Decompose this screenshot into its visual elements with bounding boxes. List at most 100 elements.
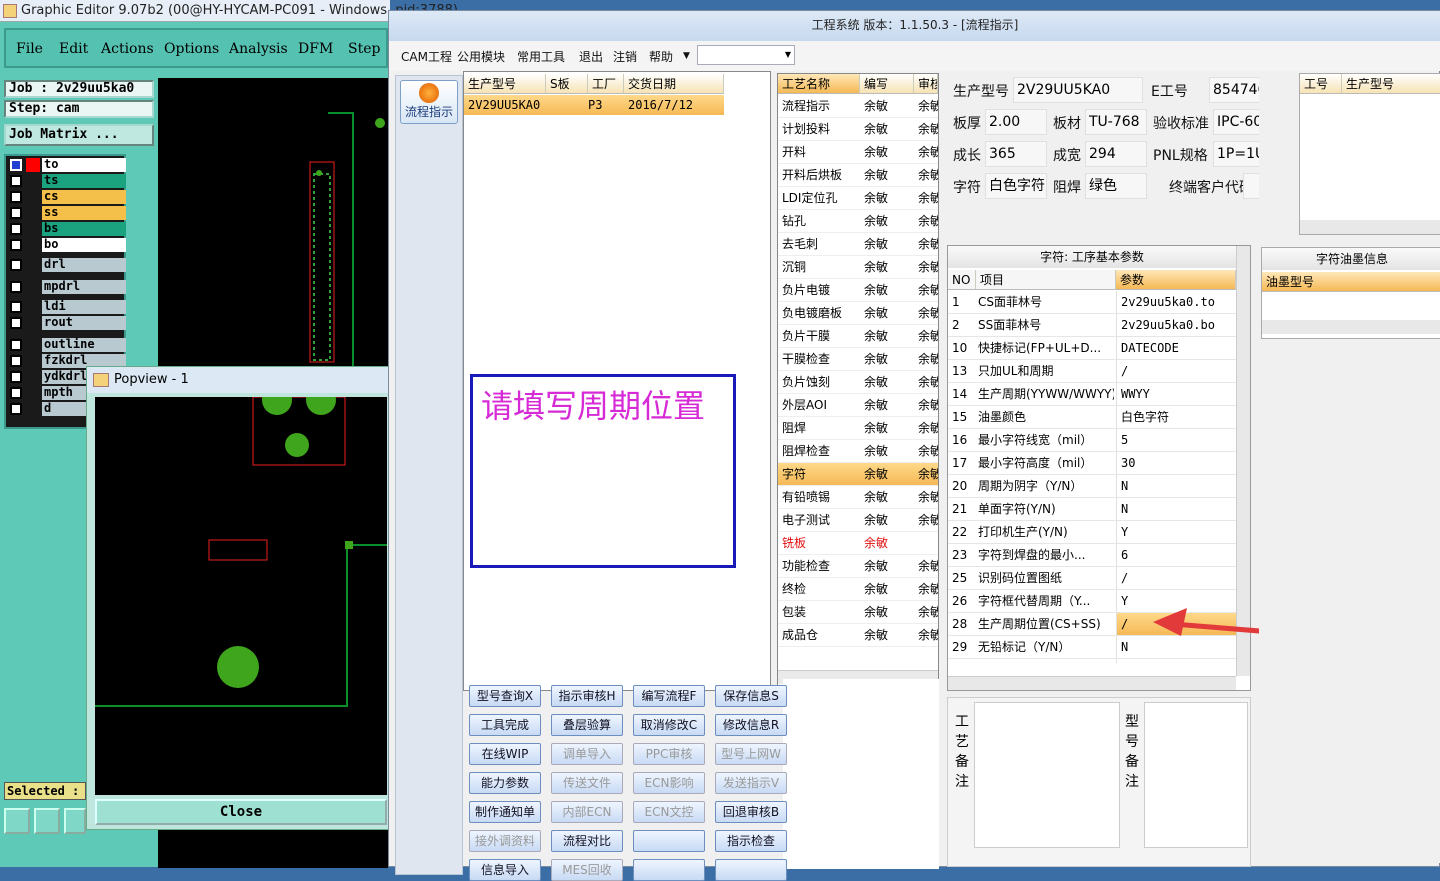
menu-dfm[interactable]: DFM [298, 41, 333, 57]
layer-checkbox[interactable] [10, 239, 22, 251]
close-button[interactable]: Close [95, 799, 387, 825]
menu-cam[interactable]: CAM工程 [401, 48, 452, 65]
param-value[interactable]: N [1116, 498, 1236, 520]
process-row[interactable]: 铣板 余敏 [778, 532, 938, 555]
param-row[interactable]: 25 识别码位置图纸 / [948, 567, 1236, 590]
process-row[interactable]: 负电镀磨板 余敏 余敏 [778, 302, 938, 325]
param-value[interactable]: / [1116, 567, 1236, 589]
action-button[interactable]: 取消修改C [633, 714, 705, 736]
layer-checkbox[interactable] [10, 371, 22, 383]
action-button[interactable]: 指示审核H [551, 685, 623, 707]
param-row[interactable]: 1 CS面菲林号 2v29uu5ka0.to [948, 291, 1236, 314]
action-button[interactable]: 传送文件 [551, 772, 623, 794]
material-field[interactable]: TU-768 [1085, 109, 1147, 135]
action-button[interactable]: 流程对比 [551, 830, 623, 852]
action-button[interactable]: 指示检查 [715, 830, 787, 852]
width-field[interactable]: 294 [1085, 141, 1147, 167]
layer-checkbox[interactable] [10, 339, 22, 351]
col-item[interactable]: 项目 [976, 270, 1116, 290]
length-field[interactable]: 365 [985, 141, 1047, 167]
param-value[interactable]: 2v29uu5ka0.bo [1116, 314, 1236, 336]
module-combo[interactable]: ▼ [697, 45, 795, 65]
param-value[interactable]: 白色字符 [1116, 406, 1236, 428]
action-button[interactable]: 发送指示V [715, 772, 787, 794]
zoom-area-icon[interactable] [34, 808, 60, 834]
layer-checkbox[interactable] [10, 317, 22, 329]
layer-row-drl[interactable]: drl [8, 258, 126, 272]
menu-file[interactable]: File [16, 41, 43, 57]
zoom-fit-icon[interactable] [4, 808, 30, 834]
action-button[interactable]: 制作通知单 [469, 801, 541, 823]
menu-step[interactable]: Step [348, 41, 380, 57]
param-row[interactable]: 20 周期为阴字（Y/N） N [948, 475, 1236, 498]
process-row[interactable]: 电子测试 余敏 余敏 [778, 509, 938, 532]
action-button[interactable]: 保存信息S [715, 685, 787, 707]
menu-analysis[interactable]: Analysis [229, 41, 288, 57]
col-s-board[interactable]: S板 [546, 74, 588, 94]
col-right-model[interactable]: 生产型号 [1342, 74, 1440, 94]
action-button[interactable]: PPC审核 [633, 743, 705, 765]
param-value[interactable]: 30 [1116, 452, 1236, 474]
layer-row-outline[interactable]: outline [8, 338, 126, 352]
job-matrix-button[interactable]: Job Matrix ... [4, 124, 154, 146]
col-process-name[interactable]: 工艺名称 [778, 74, 860, 94]
param-value[interactable]: DATECODE [1116, 337, 1236, 359]
param-row[interactable]: 22 打印机生产(Y/N) Y [948, 521, 1236, 544]
menu-help[interactable]: 帮助 [649, 48, 673, 65]
model-remark-textarea[interactable] [1144, 702, 1248, 848]
col-factory[interactable]: 工厂 [588, 74, 624, 94]
process-row[interactable]: 沉铜 余敏 余敏 [778, 256, 938, 279]
process-row[interactable]: 干膜检查 余敏 余敏 [778, 348, 938, 371]
param-value[interactable]: 6 [1116, 544, 1236, 566]
action-button[interactable] [633, 859, 705, 881]
flow-indicator-button[interactable]: 流程指示 [400, 80, 458, 124]
col-eng-no[interactable]: 工号 [1300, 74, 1342, 94]
process-row[interactable]: 流程指示 余敏 余敏 [778, 95, 938, 118]
col-ink-model[interactable]: 油墨型号 [1262, 272, 1440, 292]
action-button[interactable]: 回退审核B [715, 801, 787, 823]
mask-field[interactable]: 绿色 [1085, 173, 1147, 199]
menu-options[interactable]: Options [164, 41, 219, 57]
right-grid-hscroll[interactable] [1300, 220, 1440, 234]
action-button[interactable]: 能力参数 [469, 772, 541, 794]
grid-icon[interactable] [64, 808, 86, 834]
layer-checkbox[interactable] [10, 281, 22, 293]
action-button[interactable]: 接外调资料 [469, 830, 541, 852]
layer-row-ts[interactable]: ts [8, 174, 126, 188]
action-button[interactable] [633, 830, 705, 852]
menu-public-module[interactable]: 公用模块 [457, 48, 505, 65]
col-writer[interactable]: 编写 [860, 74, 914, 94]
param-row[interactable]: 15 油墨颜色 白色字符 [948, 406, 1236, 429]
process-row[interactable]: 阻焊 余敏 余敏 [778, 417, 938, 440]
param-row[interactable]: 2 SS面菲林号 2v29uu5ka0.bo [948, 314, 1236, 337]
param-row[interactable]: 21 单面字符(Y/N) N [948, 498, 1236, 521]
param-row[interactable]: 16 最小字符线宽（mil） 5 [948, 429, 1236, 452]
param-hscroll[interactable] [948, 676, 1236, 690]
param-row[interactable]: 30 字符丝印面/ [948, 659, 1236, 663]
layer-row-ss[interactable]: ss [8, 206, 126, 220]
action-button[interactable]: 工具完成 [469, 714, 541, 736]
param-row[interactable]: 23 字符到焊盘的最小... 6 [948, 544, 1236, 567]
process-row[interactable]: 包装 余敏 余敏 [778, 601, 938, 624]
process-row[interactable]: 有铅喷锡 余敏 余敏 [778, 486, 938, 509]
action-button[interactable]: 型号上网W [715, 743, 787, 765]
ink-hscroll[interactable] [1262, 320, 1440, 334]
action-button[interactable]: MES回收 [551, 859, 623, 881]
order-row[interactable]: 2V29UU5KA0 P3 2016/7/12 [464, 95, 724, 115]
menu-logout[interactable]: 注销 [613, 48, 637, 65]
action-button[interactable]: 调单导入 [551, 743, 623, 765]
param-row[interactable]: 13 只加UL和周期 / [948, 360, 1236, 383]
menu-common-tools[interactable]: 常用工具 [517, 48, 565, 65]
layer-row-bs[interactable]: bs [8, 222, 126, 236]
action-button[interactable]: 修改信息R [715, 714, 787, 736]
param-value[interactable]: 5 [1116, 429, 1236, 451]
layer-checkbox[interactable] [10, 191, 22, 203]
process-row[interactable]: LDI定位孔 余敏 余敏 [778, 187, 938, 210]
action-button[interactable]: 叠层验算 [551, 714, 623, 736]
layer-checkbox[interactable] [10, 301, 22, 313]
param-value[interactable]: 2v29uu5ka0.to [1116, 291, 1236, 313]
popview-canvas[interactable] [95, 385, 387, 795]
layer-row-to[interactable]: to [8, 158, 126, 172]
param-value[interactable]: / [1116, 659, 1236, 663]
param-row[interactable]: 17 最小字符高度（mil） 30 [948, 452, 1236, 475]
